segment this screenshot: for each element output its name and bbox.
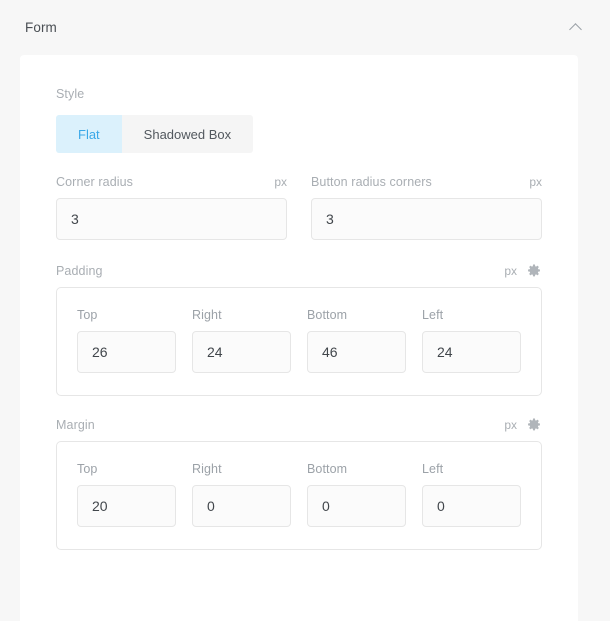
margin-top-label: Top: [77, 462, 98, 476]
style-option-flat[interactable]: Flat: [56, 115, 122, 153]
margin-bottom-input[interactable]: [307, 485, 406, 527]
padding-left-input[interactable]: [422, 331, 521, 373]
corner-radius-input[interactable]: [56, 198, 287, 240]
padding-section: Padding px Top Right Bottom: [56, 264, 542, 396]
margin-left-input[interactable]: [422, 485, 521, 527]
padding-top-cell: Top: [77, 308, 176, 373]
chevron-up-icon: [568, 23, 582, 36]
padding-top-input[interactable]: [77, 331, 176, 373]
padding-right-label: Right: [192, 308, 222, 322]
margin-bottom-label: Bottom: [307, 462, 348, 476]
panel-header: Form: [0, 0, 610, 55]
page-title: Form: [25, 20, 57, 35]
padding-header-right: px: [504, 264, 541, 278]
corner-radius-label: Corner radius: [56, 175, 134, 189]
button-radius-label: Button radius corners: [311, 175, 432, 189]
padding-bottom-cell: Bottom: [307, 308, 406, 373]
padding-right-cell: Right: [192, 308, 291, 373]
padding-right-input[interactable]: [192, 331, 291, 373]
collapse-panel-button[interactable]: [562, 15, 588, 41]
margin-bottom-cell: Bottom: [307, 462, 406, 527]
margin-right-input[interactable]: [192, 485, 291, 527]
padding-top-label: Top: [77, 308, 98, 322]
margin-top-cell: Top: [77, 462, 176, 527]
margin-left-label: Left: [422, 462, 444, 476]
button-radius-label-line: Button radius corners px: [311, 175, 542, 189]
style-toggle-group: Flat Shadowed Box: [56, 115, 254, 153]
margin-section: Margin px Top Right Bottom: [56, 418, 542, 550]
corner-radius-field: Corner radius px: [56, 175, 287, 240]
margin-top-input[interactable]: [77, 485, 176, 527]
margin-group-box: Top Right Bottom Left: [56, 441, 542, 550]
gear-icon[interactable]: [527, 264, 541, 278]
padding-bottom-label: Bottom: [307, 308, 348, 322]
padding-left-label: Left: [422, 308, 444, 322]
padding-group-box: Top Right Bottom Left: [56, 287, 542, 396]
style-label: Style: [56, 87, 85, 101]
button-radius-field: Button radius corners px: [311, 175, 542, 240]
margin-right-label: Right: [192, 462, 222, 476]
padding-header: Padding px: [56, 264, 542, 278]
style-section: Style Flat Shadowed Box: [56, 87, 542, 153]
corner-radius-unit: px: [274, 175, 287, 189]
margin-label: Margin: [56, 418, 95, 432]
margin-right-cell: Right: [192, 462, 291, 527]
button-radius-input[interactable]: [311, 198, 542, 240]
padding-unit: px: [504, 264, 517, 278]
margin-header: Margin px: [56, 418, 542, 432]
gear-icon[interactable]: [527, 418, 541, 432]
style-option-shadowed-box[interactable]: Shadowed Box: [121, 115, 254, 153]
padding-label: Padding: [56, 264, 103, 278]
padding-left-cell: Left: [422, 308, 521, 373]
corner-radius-label-line: Corner radius px: [56, 175, 287, 189]
margin-header-right: px: [504, 418, 541, 432]
margin-unit: px: [504, 418, 517, 432]
form-settings-card: Style Flat Shadowed Box Corner radius px…: [20, 55, 578, 621]
margin-left-cell: Left: [422, 462, 521, 527]
padding-bottom-input[interactable]: [307, 331, 406, 373]
button-radius-unit: px: [529, 175, 542, 189]
radius-row: Corner radius px Button radius corners p…: [56, 175, 542, 240]
